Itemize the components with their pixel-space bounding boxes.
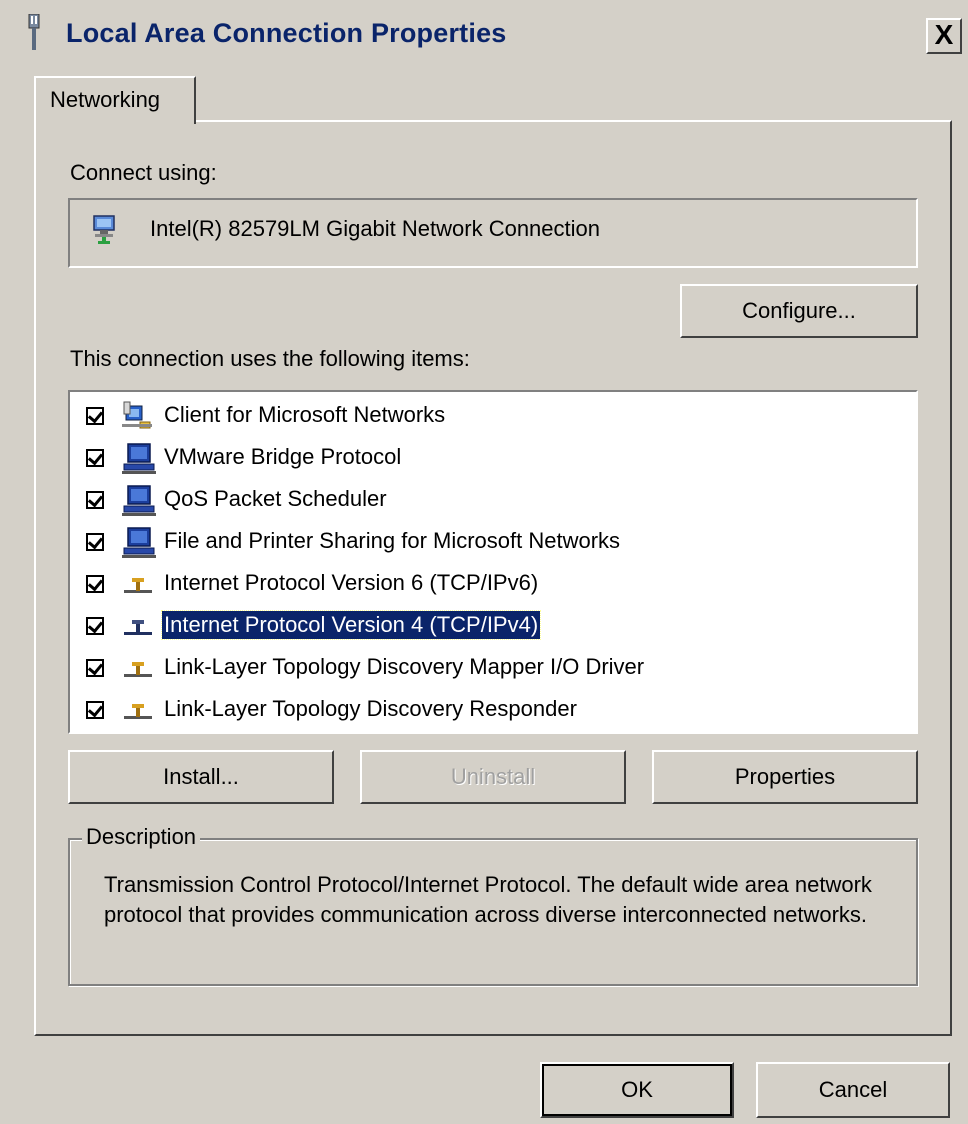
ok-button[interactable]: OK (540, 1062, 734, 1118)
close-button[interactable]: X (926, 18, 962, 54)
window-title: Local Area Connection Properties (66, 18, 507, 48)
tab-panel (34, 120, 952, 1036)
network-plug-icon (28, 14, 40, 50)
ok-button-label: OK (621, 1077, 653, 1102)
cancel-button[interactable]: Cancel (756, 1062, 950, 1118)
title-bar: Local Area Connection Properties X (0, 0, 968, 70)
cancel-button-label: Cancel (818, 1077, 888, 1102)
tab-networking[interactable]: Networking (34, 76, 196, 124)
